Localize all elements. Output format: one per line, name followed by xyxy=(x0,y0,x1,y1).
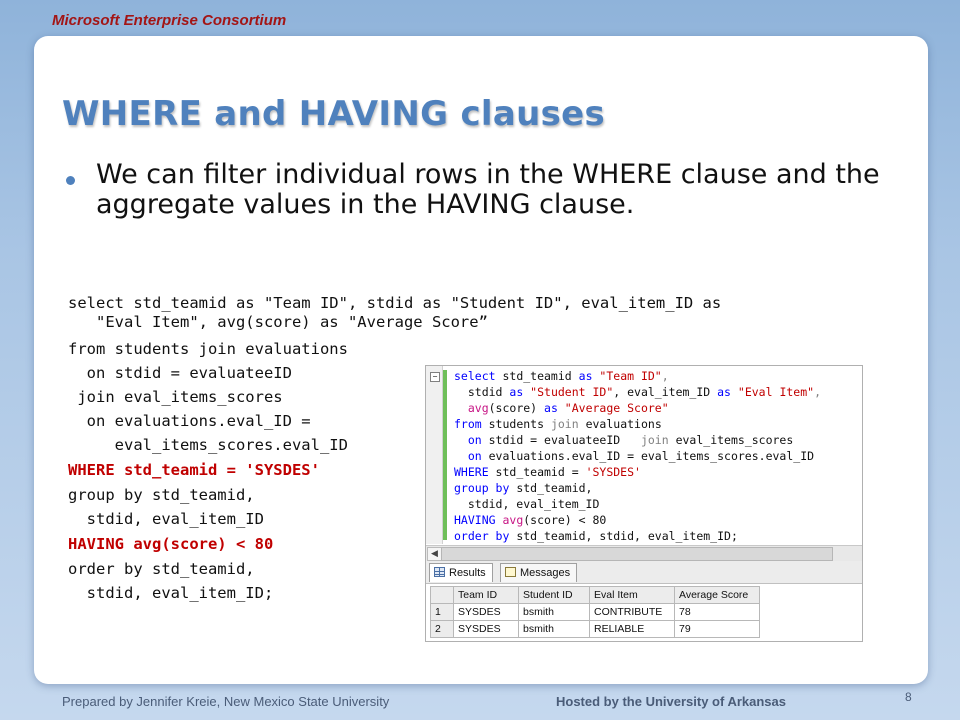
code-line: eval_items_scores.eval_ID xyxy=(68,436,348,454)
footer-host: Hosted by the University of Arkansas xyxy=(556,694,786,709)
table-cell[interactable]: SYSDES xyxy=(453,603,519,621)
table-cell[interactable]: CONTRIBUTE xyxy=(589,603,675,621)
footer-author: Prepared by Jennifer Kreie, New Mexico S… xyxy=(62,694,390,709)
code-line: select std_teamid as "Team ID", stdid as… xyxy=(68,294,722,312)
scroll-left-icon[interactable]: ◀ xyxy=(427,547,442,561)
scrollbar-thumb[interactable] xyxy=(441,547,833,561)
table-cell[interactable]: 79 xyxy=(674,620,760,638)
code-line: from students join evaluations xyxy=(68,340,348,358)
editor-line: HAVING avg(score) < 80 xyxy=(454,513,607,527)
column-header[interactable]: Eval Item xyxy=(589,586,675,604)
code-line: group by std_teamid, xyxy=(68,486,255,504)
table-cell[interactable]: bsmith xyxy=(518,603,590,621)
code-line: order by std_teamid, xyxy=(68,560,255,578)
editor-line: stdid, eval_item_ID xyxy=(454,497,600,511)
messages-icon xyxy=(505,567,516,577)
column-header[interactable]: Student ID xyxy=(518,586,590,604)
ssms-screenshot: − select std_teamid as "Team ID", stdid … xyxy=(425,365,863,642)
slide-title: WHERE and HAVING clauses xyxy=(62,94,606,134)
editor-line: on evaluations.eval_ID = eval_items_scor… xyxy=(454,449,815,463)
editor-line: avg(score) as "Average Score" xyxy=(454,401,669,415)
column-header[interactable]: Average Score xyxy=(674,586,760,604)
corner-cell[interactable] xyxy=(430,586,454,604)
tab-messages[interactable]: Messages xyxy=(500,563,578,582)
code-line: stdid, eval_item_ID; xyxy=(68,584,274,602)
editor-gutter xyxy=(426,366,443,544)
code-line-where: WHERE std_teamid = 'SYSDES' xyxy=(68,461,320,479)
editor-line: WHERE std_teamid = 'SYSDES' xyxy=(454,465,641,479)
table-cell[interactable]: SYSDES xyxy=(453,620,519,638)
editor-line: stdid as "Student ID", eval_item_ID as "… xyxy=(454,385,822,399)
code-line-having: HAVING avg(score) < 80 xyxy=(68,535,274,553)
column-header[interactable]: Team ID xyxy=(453,586,519,604)
horizontal-scrollbar[interactable]: ◀ xyxy=(426,545,862,562)
code-line: stdid, eval_item_ID xyxy=(68,510,264,528)
bullet-dot-icon xyxy=(66,176,75,185)
results-grid: Team ID Student ID Eval Item Average Sco… xyxy=(430,586,760,638)
page-number: 8 xyxy=(905,690,912,704)
collapse-minus-icon[interactable]: − xyxy=(430,372,440,382)
code-line: on stdid = evaluateeID xyxy=(68,364,292,382)
editor-line: group by std_teamid, xyxy=(454,481,593,495)
table-header-row: Team ID Student ID Eval Item Average Sco… xyxy=(430,586,760,604)
code-line: on evaluations.eval_ID = xyxy=(68,412,311,430)
code-line: "Eval Item", avg(score) as "Average Scor… xyxy=(68,313,488,331)
tab-results[interactable]: Results xyxy=(429,563,493,582)
table-cell[interactable]: 78 xyxy=(674,603,760,621)
editor-line: select std_teamid as "Team ID", xyxy=(454,369,669,383)
editor-line: on stdid = evaluateeID join eval_items_s… xyxy=(454,433,794,447)
editor-line: order by std_teamid, stdid, eval_item_ID… xyxy=(454,529,738,543)
code-line: join eval_items_scores xyxy=(68,388,283,406)
query-editor[interactable]: − select std_teamid as "Team ID", stdid … xyxy=(426,366,862,544)
grid-icon xyxy=(434,567,445,577)
change-indicator-bar xyxy=(443,370,447,540)
bullet-text: We can filter individual rows in the WHE… xyxy=(96,159,880,220)
table-row[interactable]: 2 SYSDES bsmith RELIABLE 79 xyxy=(430,620,760,638)
bullet-point: We can filter individual rows in the WHE… xyxy=(66,160,886,220)
editor-line: from students join evaluations xyxy=(454,417,662,431)
row-number[interactable]: 2 xyxy=(430,620,454,638)
consortium-brand: Microsoft Enterprise Consortium xyxy=(52,12,287,29)
table-row[interactable]: 1 SYSDES bsmith CONTRIBUTE 78 xyxy=(430,603,760,621)
table-cell[interactable]: bsmith xyxy=(518,620,590,638)
row-number[interactable]: 1 xyxy=(430,603,454,621)
results-tabbar: Results Messages xyxy=(426,561,862,584)
table-cell[interactable]: RELIABLE xyxy=(589,620,675,638)
